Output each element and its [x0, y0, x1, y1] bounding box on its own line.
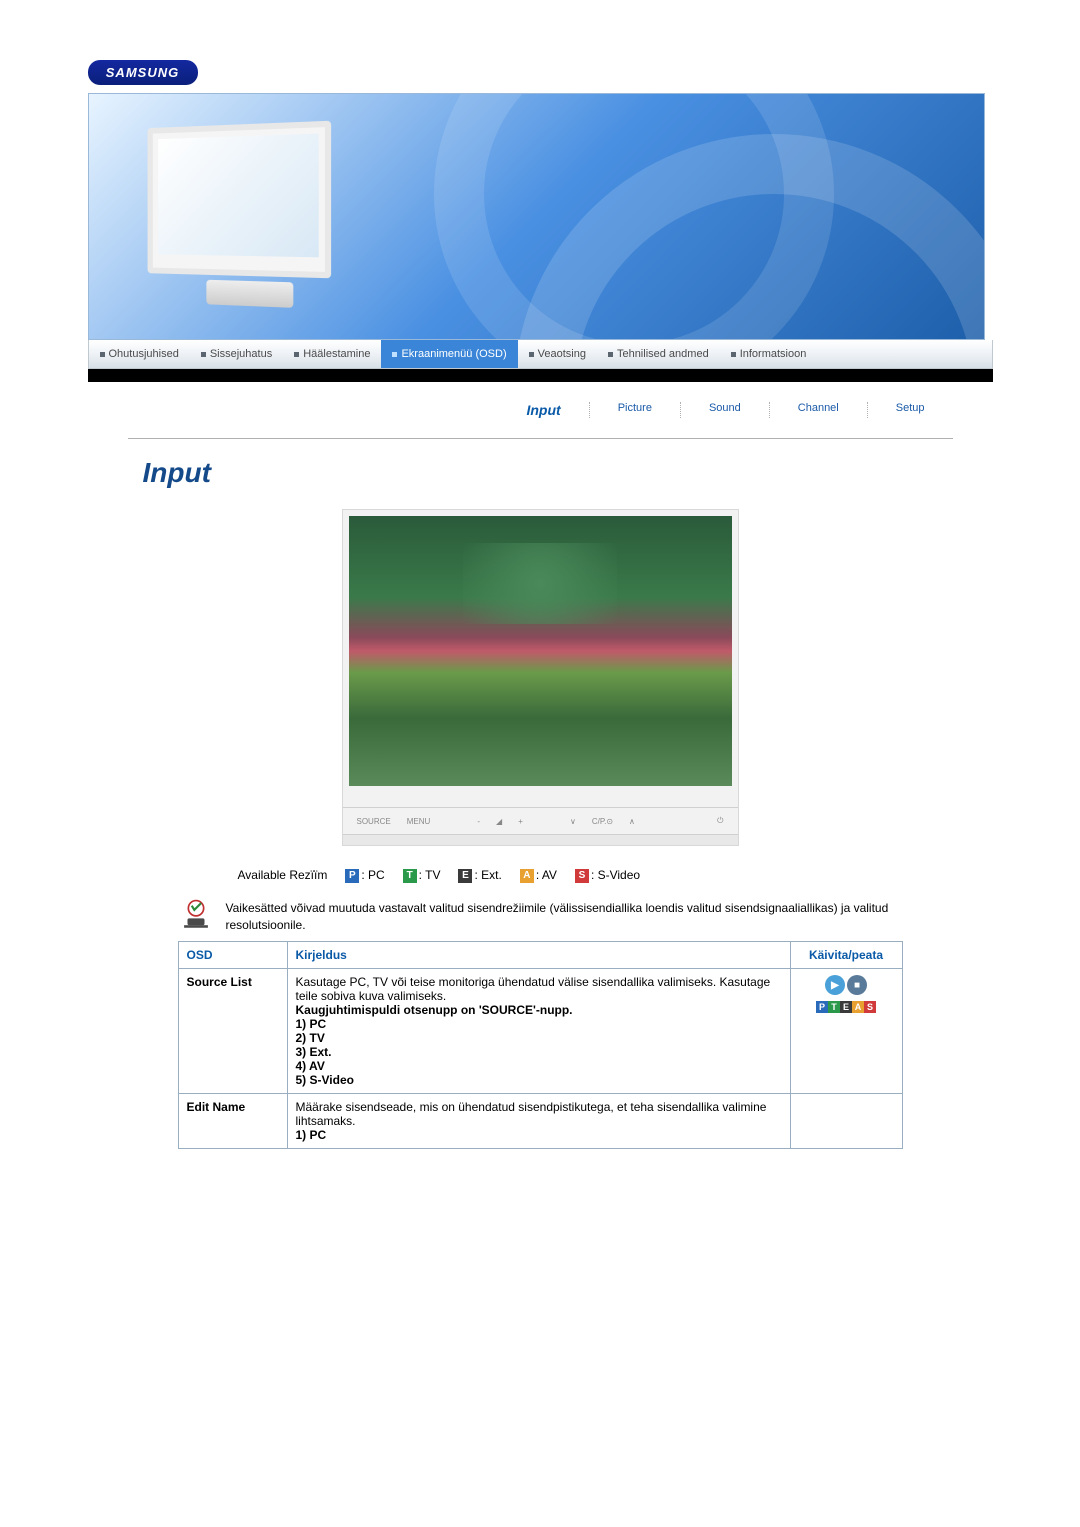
row-osd-edit-name: Edit Name — [178, 1094, 287, 1149]
settings-table: OSD Kirjeldus Käivita/peata Source List … — [178, 941, 903, 1149]
note-text: Vaikesätted võivad muutuda vastavalt val… — [226, 897, 903, 934]
note-icon — [178, 897, 214, 933]
table-row: Edit Name Määrake sisendseade, mis on üh… — [178, 1094, 902, 1149]
th-launch: Käivita/peata — [790, 942, 902, 969]
th-desc: Kirjeldus — [287, 942, 790, 969]
preview-monitor: SOURCE MENU - ◢ + ∨ C/P.⊙ ∧ ⏻ — [342, 509, 739, 846]
row-desc-source-list: Kasutage PC, TV või teise monitoriga ühe… — [287, 969, 790, 1094]
main-navbar: Ohutusjuhised Sissejuhatus Häälestamine … — [88, 340, 993, 369]
subnav-channel[interactable]: Channel — [770, 402, 868, 418]
subnav-sound[interactable]: Sound — [681, 402, 770, 418]
play-icon[interactable]: ▶ — [825, 975, 845, 995]
nav-troubleshoot[interactable]: Veaotsing — [518, 340, 597, 368]
sub-navbar: Input Picture Sound Channel Setup — [88, 402, 953, 418]
row-osd-source-list: Source List — [178, 969, 287, 1094]
monitor-illustration — [147, 120, 360, 309]
brand-logo: SAMSUNG — [88, 60, 198, 85]
subnav-input[interactable]: Input — [498, 402, 589, 418]
available-modes-label: Available Rezïïm — [238, 868, 328, 882]
mini-badges: PTEAS — [799, 999, 894, 1013]
mode-badge-ext: E — [458, 869, 472, 883]
row-launch-edit-name — [790, 1094, 902, 1149]
navbar-underline — [88, 369, 993, 382]
row-launch-source-list[interactable]: ▶ ■ PTEAS — [790, 969, 902, 1094]
hero-banner — [88, 93, 985, 340]
section-title: Input — [143, 457, 993, 489]
nav-intro[interactable]: Sissejuhatus — [190, 340, 283, 368]
th-osd: OSD — [178, 942, 287, 969]
nav-safety[interactable]: Ohutusjuhised — [89, 340, 190, 368]
divider-line — [128, 438, 953, 439]
nav-setup[interactable]: Häälestamine — [283, 340, 381, 368]
nav-osd[interactable]: Ekraanimenüü (OSD) — [381, 340, 517, 368]
subnav-setup[interactable]: Setup — [868, 402, 953, 418]
nav-information[interactable]: Informatsioon — [720, 340, 818, 368]
note-row: Vaikesätted võivad muutuda vastavalt val… — [178, 897, 903, 934]
mode-badge-pc: P — [345, 869, 359, 883]
preview-controls: SOURCE MENU - ◢ + ∨ C/P.⊙ ∧ ⏻ — [343, 807, 738, 834]
table-row: Source List Kasutage PC, TV või teise mo… — [178, 969, 902, 1094]
available-modes-row: Available Rezïïm P: PC T: TV E: Ext. A: … — [238, 868, 903, 883]
power-icon: ⏻ — [713, 816, 727, 826]
mode-badge-tv: T — [403, 869, 417, 883]
stop-icon[interactable]: ■ — [847, 975, 867, 995]
mode-badge-svideo: S — [575, 869, 589, 883]
mode-badge-av: A — [520, 869, 534, 883]
subnav-picture[interactable]: Picture — [590, 402, 681, 418]
preview-image — [349, 516, 732, 786]
row-desc-edit-name: Määrake sisendseade, mis on ühendatud si… — [287, 1094, 790, 1149]
nav-specs[interactable]: Tehnilised andmed — [597, 340, 720, 368]
